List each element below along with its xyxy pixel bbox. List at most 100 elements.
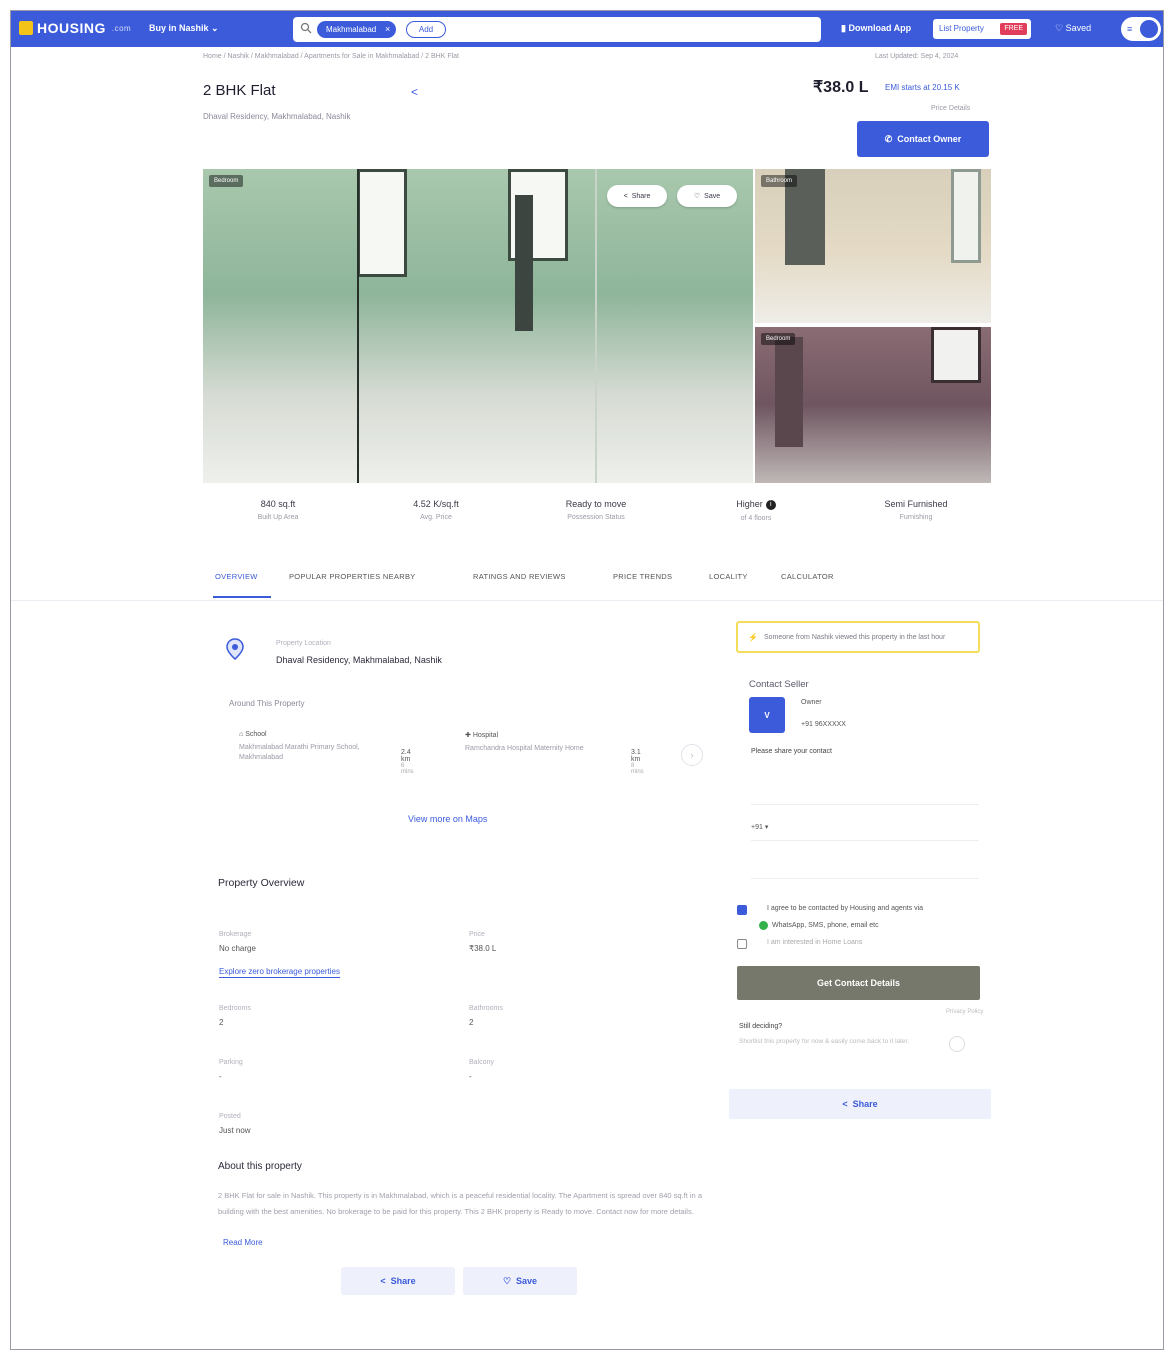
about-title: About this property: [218, 1161, 302, 1172]
contact-owner-button[interactable]: ✆ Contact Owner: [857, 121, 989, 157]
overview-value: 2: [219, 1018, 224, 1027]
whatsapp-icon: [759, 921, 768, 930]
share-icon[interactable]: <: [411, 85, 418, 99]
stat-avg-price: 4.52 K/sq.ft Avg. Price: [361, 499, 511, 521]
avatar: V: [749, 697, 785, 733]
list-property-button[interactable]: List Property FREE: [933, 19, 1031, 39]
overview-value: -: [469, 1072, 472, 1081]
notice-text: Someone from Nashik viewed this property…: [763, 633, 946, 641]
contact-seller-title: Contact Seller: [749, 679, 809, 690]
saved-link[interactable]: ♡ Saved: [1055, 23, 1091, 34]
stat-label: Possession Status: [567, 514, 625, 521]
view-maps-link[interactable]: View more on Maps: [408, 814, 487, 824]
stat-value: Semi Furnished: [884, 499, 948, 509]
heart-icon: ♡: [693, 193, 701, 200]
overview-label: Balcony: [469, 1059, 494, 1066]
tab-locality[interactable]: LOCALITY: [709, 572, 748, 581]
shortlist-icon[interactable]: [949, 1036, 965, 1052]
gallery-save-button[interactable]: ♡ Save: [677, 185, 737, 207]
share-label: Share: [631, 192, 651, 200]
get-contact-details-button[interactable]: Get Contact Details: [737, 966, 980, 1000]
side-photo-top[interactable]: Bathroom: [755, 169, 991, 323]
stat-label: Built Up Area: [257, 514, 299, 521]
add-locality-button[interactable]: Add: [406, 21, 446, 38]
window-image: [931, 327, 981, 383]
list-item[interactable]: ⌂ School Makhmalabad Marathi Primary Sch…: [239, 731, 414, 775]
info-icon[interactable]: i: [765, 499, 776, 510]
name-field[interactable]: [751, 783, 979, 805]
stat-value: Ready to move: [565, 499, 627, 509]
overview-bathrooms: Bathrooms 2: [469, 1005, 669, 1027]
window-image: [357, 169, 407, 277]
side-photo-bottom[interactable]: Bedroom: [755, 327, 991, 483]
phone-field[interactable]: +91 ▾: [751, 817, 979, 841]
list-property-label: List Property: [939, 24, 984, 33]
agree-checkbox[interactable]: [737, 905, 747, 915]
chevron-down-icon: ▾: [764, 824, 769, 831]
tab-price-trends[interactable]: PRICE TRENDS: [613, 572, 672, 581]
activity-notice: ⚡ Someone from Nashik viewed this propert…: [736, 621, 980, 653]
close-icon[interactable]: ×: [385, 21, 390, 38]
stat-label: Furnishing: [899, 514, 933, 521]
stat-furnishing: Semi Furnished Furnishing: [841, 499, 991, 521]
logo[interactable]: HOUSING .com: [19, 20, 131, 36]
last-updated: Last Updated: Sep 4, 2024: [875, 53, 959, 60]
list-item[interactable]: ✚ Hospital Ramchandra Hospital Maternity…: [465, 731, 644, 775]
tab-ratings-reviews[interactable]: RATINGS AND REVIEWS: [473, 572, 566, 581]
school-icon: ⌂: [239, 731, 244, 738]
tab-calculator[interactable]: CALCULATOR: [781, 572, 834, 581]
price-details-link[interactable]: Price Details: [931, 105, 970, 112]
user-menu[interactable]: ≡: [1121, 17, 1161, 41]
window-image: [951, 169, 981, 263]
home-loan-label: I am interested in Home Loans: [767, 939, 863, 946]
key-stats: 840 sq.ft Built Up Area 4.52 K/sq.ft Avg. …: [203, 499, 991, 539]
property-overview-title: Property Overview: [218, 877, 305, 889]
header: HOUSING .com Buy in Nashik ⌄ Makhmalabad ×…: [11, 11, 1163, 47]
overview-label: Price: [469, 931, 485, 938]
chevron-right-icon[interactable]: ›: [681, 744, 703, 766]
search-icon: [300, 22, 312, 34]
share-button[interactable]: < Share: [341, 1267, 455, 1295]
page: HOUSING .com Buy in Nashik ⌄ Makhmalabad ×…: [10, 10, 1164, 1350]
zero-brokerage-link[interactable]: Explore zero brokerage properties: [219, 967, 340, 978]
divider: [11, 600, 1163, 601]
still-deciding-text: Shortlist this property for now & easily…: [739, 1038, 910, 1045]
tab-popular-properties[interactable]: POPULAR PROPERTIES NEARBY: [289, 572, 416, 581]
home-loan-checkbox[interactable]: [737, 939, 747, 949]
country-code[interactable]: +91: [751, 824, 763, 831]
emi-link[interactable]: EMI starts at 20.15 K: [885, 83, 960, 92]
email-field[interactable]: [751, 855, 979, 879]
breadcrumb[interactable]: Home / Nashik / Makhmalabad / Apartments…: [203, 53, 459, 60]
seller-role: Owner: [801, 699, 822, 706]
overview-value: ₹38.0 L: [469, 944, 497, 953]
lightning-icon: ⚡: [748, 632, 758, 642]
tab-overview[interactable]: OVERVIEW: [215, 572, 258, 581]
share-icon: <: [623, 192, 628, 200]
price: ₹38.0 L: [813, 79, 869, 96]
poi-type: School: [245, 731, 267, 738]
whatsapp-consent: WhatsApp, SMS, phone, email etc: [759, 921, 879, 930]
active-tab-indicator: [213, 596, 271, 598]
main-photo[interactable]: Bedroom < Share ♡ Save: [203, 169, 753, 483]
photo-tag: Bedroom: [209, 175, 244, 187]
stat-value: Higher: [736, 499, 763, 509]
section-tabs: OVERVIEW POPULAR PROPERTIES NEARBY RATIN…: [203, 569, 863, 603]
save-button[interactable]: ♡ Save: [463, 1267, 577, 1295]
stat-floor: Higher i of 4 floors: [681, 499, 831, 522]
heart-icon: ♡: [1055, 23, 1064, 33]
door-image: [775, 337, 803, 447]
whatsapp-label: WhatsApp, SMS, phone, email etc: [772, 922, 879, 929]
stat-value: 840 sq.ft: [260, 499, 296, 509]
sidebar-share-button[interactable]: < Share: [729, 1089, 991, 1119]
overview-value: No charge: [219, 944, 256, 953]
read-more-link[interactable]: Read More: [223, 1238, 263, 1247]
search-locality-chip[interactable]: Makhmalabad ×: [317, 21, 397, 38]
download-app-link[interactable]: ▮ Download App: [841, 23, 911, 34]
overview-label: Bathrooms: [469, 1005, 503, 1012]
gallery-share-button[interactable]: < Share: [607, 185, 667, 207]
privacy-link[interactable]: Privacy Policy: [946, 1009, 983, 1015]
buy-city-label: Buy in Nashik: [149, 23, 209, 33]
buy-city-dropdown[interactable]: Buy in Nashik ⌄: [149, 23, 219, 34]
phone-icon: ✆: [884, 133, 893, 144]
search-bar[interactable]: Makhmalabad × Add: [293, 17, 821, 42]
